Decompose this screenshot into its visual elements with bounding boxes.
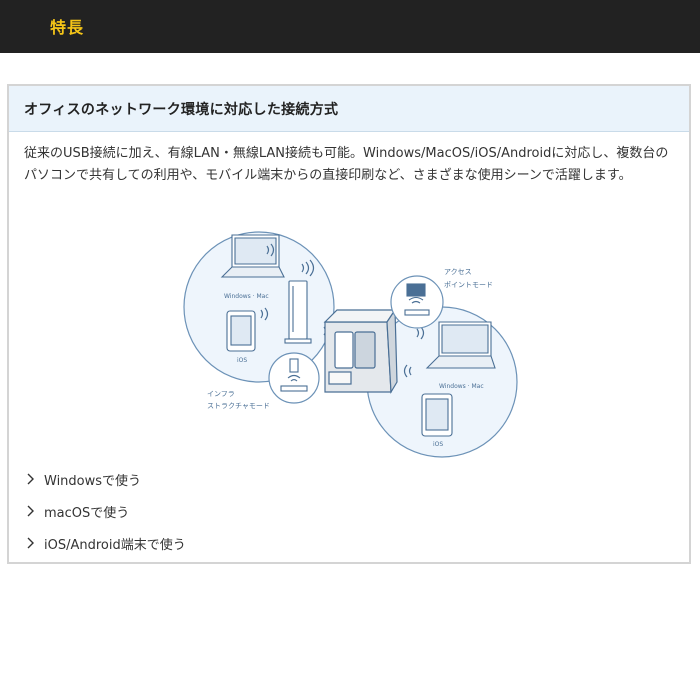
access-label-2: ポイントモード [444,281,493,289]
ios-label-left: iOS [237,357,247,364]
ios-label-right: iOS [433,441,443,448]
feature-card: オフィスのネットワーク環境に対応した接続方式 従来のUSB接続に加え、有線LAN… [7,84,691,564]
network-illustration: Windows · Mac iOS インフラ ストラクチャモード アクセス ポイ… [183,231,518,458]
link-windows[interactable]: Windowsで使う [24,463,186,495]
infra-label-1: インフラ [207,390,235,398]
page-title: 特長 [50,18,85,37]
windows-mac-label-left: Windows · Mac [224,293,269,300]
infrastructure-mode-circle [268,352,320,404]
usage-links: Windowsで使う macOSで使う iOS/Android端末で使う [24,463,186,559]
link-macos-label: macOSで使う [44,505,130,521]
section-description: 従来のUSB接続に加え、有線LAN・無線LAN接続も可能。Windows/Mac… [24,146,669,183]
top-header-bar: 特長 [0,0,700,53]
label-printer-icon [323,308,398,394]
link-windows-label: Windowsで使う [44,473,142,489]
link-ios-android-label: iOS/Android端末で使う [44,537,186,553]
chevron-right-icon [27,537,34,549]
infra-label-2: ストラクチャモード [207,402,270,410]
tablet-left-icon [226,310,256,352]
link-macos[interactable]: macOSで使う [24,495,186,527]
windows-mac-label-right: Windows · Mac [439,383,484,390]
chevron-right-icon [27,505,34,517]
chevron-right-icon [27,473,34,485]
tablet-right-icon [421,393,453,437]
section-header: オフィスのネットワーク環境に対応した接続方式 [9,86,689,132]
link-ios-android[interactable]: iOS/Android端末で使う [24,527,186,559]
section-heading: オフィスのネットワーク環境に対応した接続方式 [24,102,339,118]
router-icon [284,280,312,344]
access-label-1: アクセス [444,268,472,276]
